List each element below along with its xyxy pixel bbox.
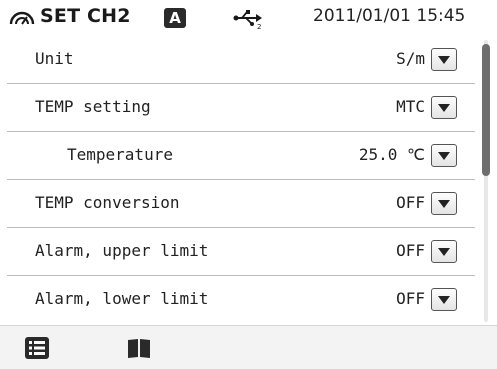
chevron-down-icon bbox=[438, 199, 450, 208]
mode-badge: A bbox=[164, 8, 186, 28]
chevron-down-icon bbox=[438, 247, 450, 256]
scrollbar-thumb[interactable] bbox=[482, 44, 490, 176]
datetime-display: 2011/01/01 15:45 bbox=[313, 6, 466, 26]
setting-label: TEMP setting bbox=[35, 97, 151, 116]
status-bar: SET CH2 A 2 2011/01/01 15:45 bbox=[0, 0, 497, 36]
chevron-down-icon bbox=[438, 295, 450, 304]
chevron-down-icon bbox=[438, 103, 450, 112]
setting-label: Unit bbox=[35, 49, 74, 68]
settings-list: Unit S/m TEMP setting MTC Temperature 25… bbox=[7, 36, 475, 322]
setting-row-temp-setting[interactable]: TEMP setting MTC bbox=[7, 84, 475, 132]
setting-value: OFF bbox=[396, 241, 425, 260]
usb-icon: 2 bbox=[233, 10, 262, 30]
setting-row-alarm-lower[interactable]: Alarm, lower limit OFF bbox=[7, 276, 475, 322]
setting-value: MTC bbox=[396, 97, 425, 116]
bottom-toolbar bbox=[0, 325, 497, 369]
screen-title: SET CH2 bbox=[40, 5, 131, 27]
setting-value: OFF bbox=[396, 289, 425, 308]
channel-gauge-icon bbox=[9, 11, 35, 25]
dropdown-button[interactable] bbox=[431, 192, 457, 215]
book-icon[interactable] bbox=[126, 336, 152, 360]
setting-row-alarm-upper[interactable]: Alarm, upper limit OFF bbox=[7, 228, 475, 276]
chevron-down-icon bbox=[438, 55, 450, 64]
scrollbar[interactable] bbox=[480, 40, 492, 322]
setting-value: OFF bbox=[396, 193, 425, 212]
dropdown-button[interactable] bbox=[431, 48, 457, 71]
setting-value: S/m bbox=[396, 49, 425, 68]
setting-label: Alarm, lower limit bbox=[35, 289, 209, 308]
setting-row-temperature[interactable]: Temperature 25.0 ℃ bbox=[7, 132, 475, 180]
dropdown-button[interactable] bbox=[431, 288, 457, 311]
setting-label: TEMP conversion bbox=[35, 193, 180, 212]
svg-text:2: 2 bbox=[257, 23, 261, 30]
setting-row-unit[interactable]: Unit S/m bbox=[7, 36, 475, 84]
chevron-down-icon bbox=[438, 151, 450, 160]
setting-row-temp-conversion[interactable]: TEMP conversion OFF bbox=[7, 180, 475, 228]
dropdown-button[interactable] bbox=[431, 240, 457, 263]
dropdown-button[interactable] bbox=[431, 96, 457, 119]
setting-value: 25.0 ℃ bbox=[358, 145, 425, 164]
list-icon[interactable] bbox=[24, 336, 50, 360]
setting-label: Alarm, upper limit bbox=[35, 241, 209, 260]
dropdown-button[interactable] bbox=[431, 144, 457, 167]
setting-label: Temperature bbox=[67, 145, 173, 164]
